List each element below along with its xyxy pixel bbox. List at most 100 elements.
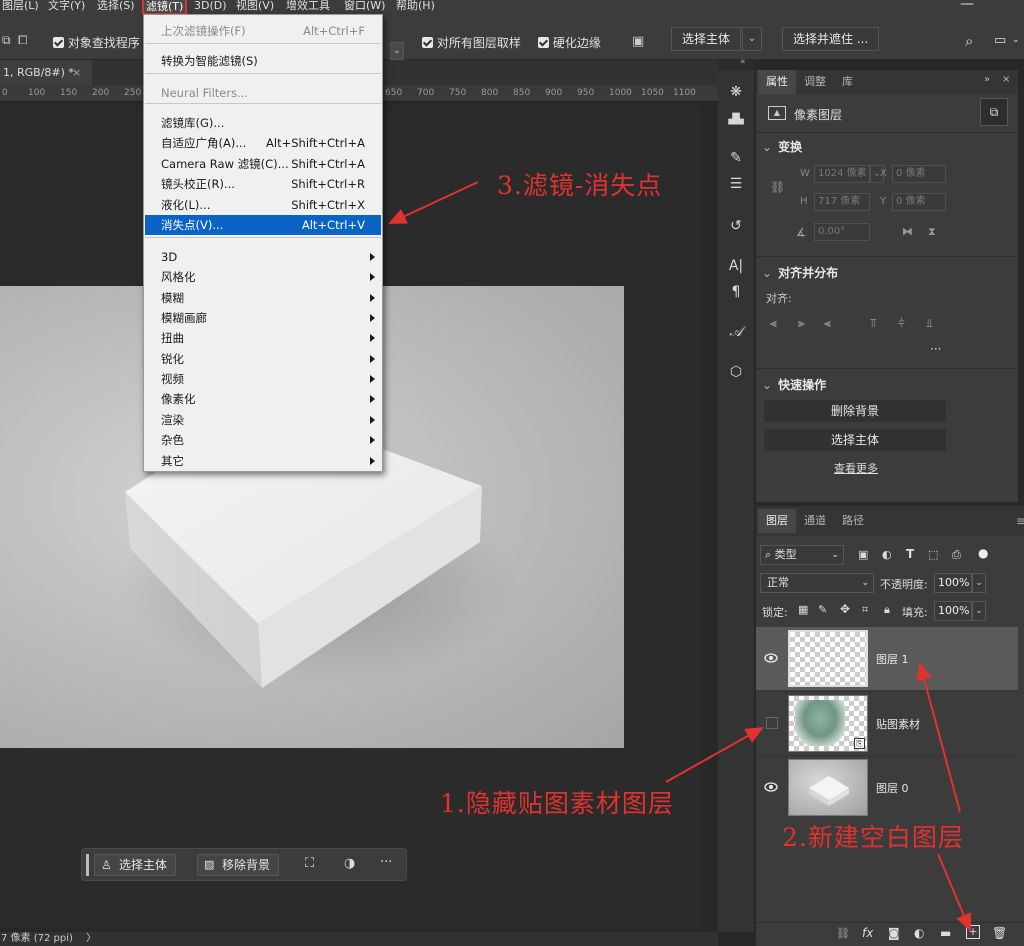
align-top-icon[interactable]: ⫪	[870, 316, 877, 331]
opacity-dropdown[interactable]: ⌄	[972, 573, 986, 593]
opacity-field[interactable]: 100%	[934, 573, 972, 593]
lock-move-icon[interactable]: ✥	[840, 602, 850, 616]
histogram-icon[interactable]: ▟▙	[726, 110, 746, 130]
align-hcenter-icon[interactable]: ⫸	[798, 316, 805, 331]
menu-help[interactable]: 帮助(H)	[396, 0, 435, 12]
quick-actions-title[interactable]: 快速操作	[762, 376, 826, 393]
character-icon[interactable]: A|	[726, 256, 746, 276]
learn-panel-icon[interactable]: ⧉	[980, 98, 1008, 126]
transform-section-title[interactable]: 变换	[762, 138, 802, 155]
menu-filter[interactable]: 滤镜(T)	[142, 0, 188, 15]
link-layers-icon[interactable]: ⛓	[836, 927, 850, 940]
document-tab[interactable]: 1, RGB/8#) * ×	[0, 60, 92, 85]
align-right-icon[interactable]: ⫷	[824, 316, 831, 331]
pixel-filter-icon[interactable]: ▣	[858, 548, 868, 561]
layer-name[interactable]: 图层 0	[876, 780, 909, 796]
more-options-icon[interactable]: ···	[380, 855, 392, 870]
layer-filter-dropdown[interactable]: ⌕ 类型 ⌄	[760, 545, 844, 565]
type-filter-icon[interactable]: T	[906, 547, 914, 561]
status-chevron-icon[interactable]: 〉	[86, 933, 96, 944]
filter-menu-item[interactable]: 扭曲	[145, 328, 381, 348]
tab-adjustments[interactable]: 调整	[796, 70, 834, 94]
filter-menu-item[interactable]: 模糊画廊	[145, 308, 381, 328]
close-tab-icon[interactable]: ×	[72, 60, 81, 85]
blend-mode-dropdown[interactable]: 正常 ⌄	[760, 573, 874, 593]
adjustment-icon[interactable]: ◑	[344, 856, 355, 871]
menu-view[interactable]: 视图(V)	[236, 0, 274, 12]
see-more-link[interactable]: 查看更多	[834, 460, 878, 476]
panel-collapse-bar[interactable]: «	[718, 57, 754, 70]
link-icon[interactable]: ⛓	[770, 180, 785, 194]
filter-menu-item[interactable]: 其它	[145, 451, 381, 471]
filter-menu-item[interactable]: 像素化	[145, 389, 381, 409]
3d-cube-icon[interactable]: ⬡	[726, 362, 746, 382]
panel-expand-icon[interactable]: »	[984, 74, 990, 85]
tab-libraries[interactable]: 库	[834, 70, 861, 94]
filter-menu-item[interactable]: 转换为智能滤镜(S)	[145, 51, 381, 71]
filter-menu-item[interactable]: 风格化	[145, 267, 381, 287]
sliders-icon[interactable]: ☰	[726, 174, 746, 194]
layer-row-texture[interactable]: ⎘ 贴图素材	[756, 691, 1018, 754]
smart-object-filter-icon[interactable]: ⎙	[952, 548, 961, 562]
workspace-dropdown-icon[interactable]: ⌄	[1012, 35, 1020, 45]
layer-row-layer0[interactable]: 图层 0	[756, 755, 1018, 818]
add-mask-icon[interactable]: ◙	[888, 926, 900, 940]
checkbox-icon[interactable]	[53, 37, 64, 48]
layer-name[interactable]: 图层 1	[876, 651, 909, 667]
visibility-toggle-off[interactable]	[766, 717, 778, 729]
fill-dropdown[interactable]: ⌄	[972, 601, 986, 621]
filter-menu-item[interactable]: 滤镜库(G)...	[145, 113, 381, 133]
new-adjustment-icon[interactable]: ◐	[914, 926, 924, 940]
crop-icon[interactable]: ⛶	[305, 856, 314, 871]
filter-menu-item[interactable]: 自适应广角(A)... Alt+Shift+Ctrl+A	[145, 133, 381, 153]
select-subject-button[interactable]: 选择主体	[671, 27, 742, 51]
add-selection-icon[interactable]: ⧉	[2, 33, 11, 48]
checkbox-icon[interactable]	[422, 37, 433, 48]
sample-all-layers-option[interactable]: 对所有图层取样	[422, 34, 521, 51]
filter-menu-item[interactable]: 锐化	[145, 349, 381, 369]
select-subject-dropdown[interactable]: ⌄	[742, 27, 762, 51]
fill-field[interactable]: 100%	[934, 601, 972, 621]
visibility-eye-icon[interactable]	[764, 780, 778, 794]
lock-paint-icon[interactable]: ✎	[818, 603, 827, 616]
object-finder-option[interactable]: 对象查找程序	[53, 34, 140, 51]
fx-icon[interactable]: fx	[862, 926, 873, 940]
minimize-icon[interactable]: —	[960, 0, 974, 11]
align-bottom-icon[interactable]: ⫫	[926, 316, 933, 331]
filter-menu-item[interactable]: 镜头校正(R)... Shift+Ctrl+R	[145, 174, 381, 194]
new-layer-icon[interactable]: +	[966, 925, 980, 939]
menu-plugins[interactable]: 增效工具	[286, 0, 330, 12]
filter-menu-item[interactable]: 3D	[145, 247, 381, 267]
contextual-bar-icon[interactable]: ▣	[632, 34, 644, 49]
tab-channels[interactable]: 通道	[796, 509, 834, 533]
color-wheel-icon[interactable]: ❋	[726, 82, 746, 102]
menu-layer[interactable]: 图层(L)	[2, 0, 39, 12]
align-left-icon[interactable]: ⫷	[770, 316, 777, 331]
select-subject-quick-button[interactable]: 选择主体	[764, 429, 946, 451]
history-icon[interactable]: ↺	[726, 216, 746, 236]
drag-handle[interactable]	[86, 854, 89, 876]
flip-horizontal-icon[interactable]: ⧓	[902, 225, 913, 238]
harden-edges-option[interactable]: 硬化边缘	[538, 34, 601, 51]
delete-layer-icon[interactable]: 🗑︎	[992, 926, 1007, 940]
shape-filter-icon[interactable]: ⬚	[928, 548, 938, 561]
align-section-title[interactable]: 对齐并分布	[762, 264, 838, 281]
visibility-eye-icon[interactable]	[764, 651, 778, 665]
workspace-icon[interactable]: ▭	[994, 33, 1006, 48]
y-field[interactable]: 0 像素	[892, 193, 946, 211]
filter-menu-item[interactable]: Camera Raw 滤镜(C)... Shift+Ctrl+A	[145, 154, 381, 174]
subtract-selection-icon[interactable]: ⧠	[18, 33, 28, 48]
new-group-icon[interactable]: ▬	[940, 926, 951, 940]
angle-field[interactable]: 0.00°	[814, 223, 870, 241]
search-icon[interactable]: ⌕	[965, 32, 973, 50]
tab-properties[interactable]: 属性	[758, 70, 796, 94]
adjustment-filter-icon[interactable]: ◐	[882, 548, 892, 561]
select-subject-task-button[interactable]: ♙ 选择主体	[94, 854, 177, 876]
menu-3d[interactable]: 3D(D)	[194, 0, 227, 12]
sample-dropdown[interactable]: ⌄	[390, 42, 404, 60]
checkbox-icon[interactable]	[538, 37, 549, 48]
align-vcenter-icon[interactable]: ⫩	[898, 316, 905, 331]
menu-type[interactable]: 文字(Y)	[48, 0, 85, 12]
lock-transparency-icon[interactable]: ▦	[798, 603, 808, 616]
height-field[interactable]: 717 像素	[814, 193, 870, 211]
